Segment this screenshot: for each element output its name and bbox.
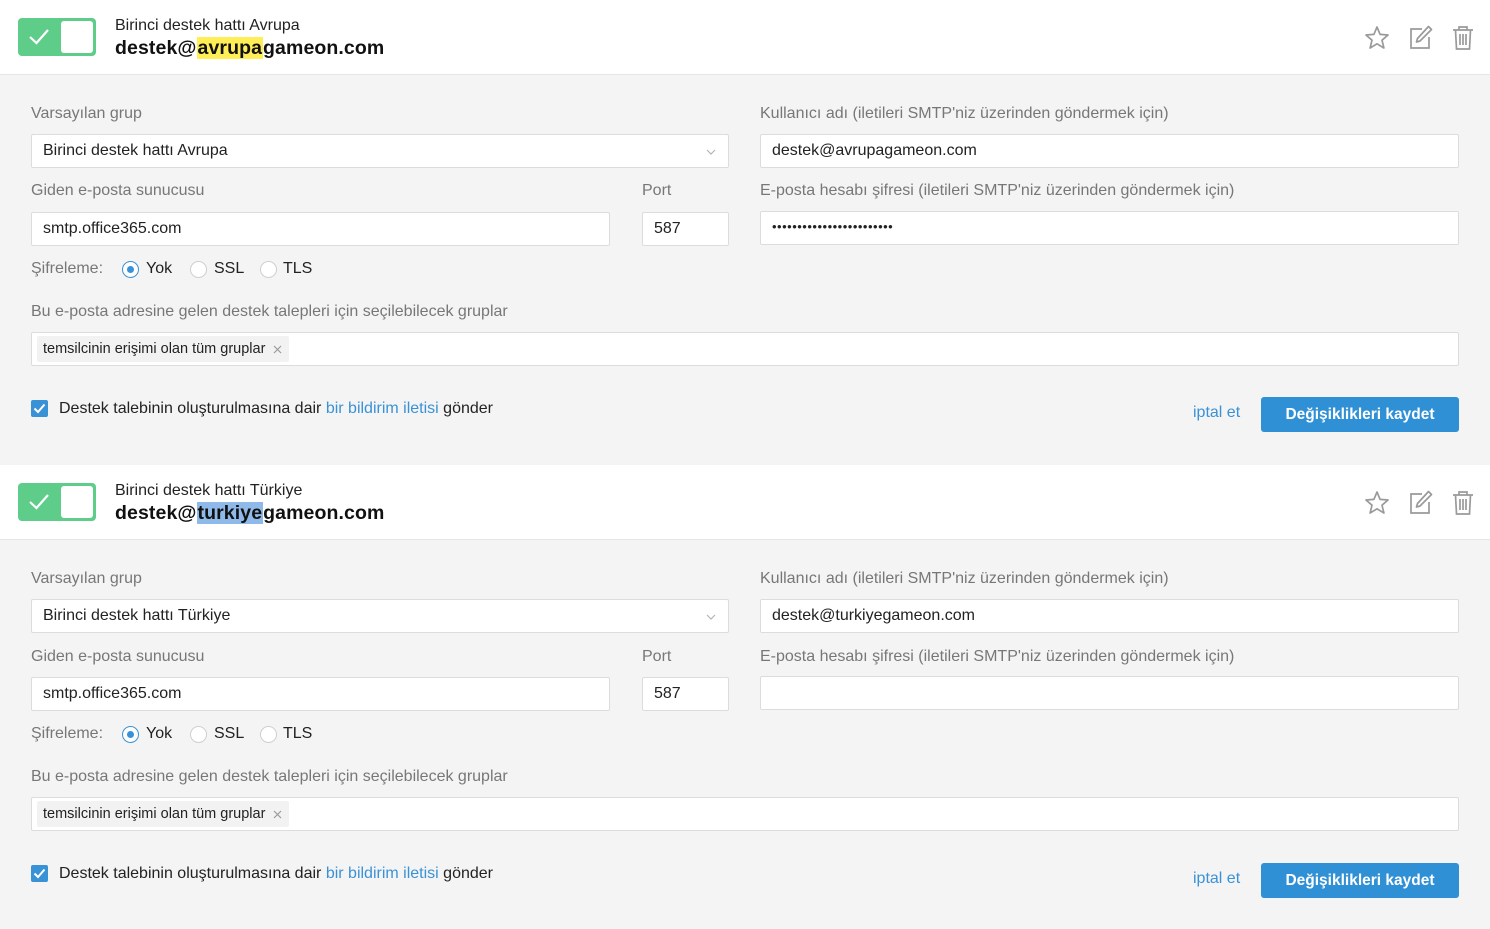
notify-message-link[interactable]: bir bildirim iletisi bbox=[326, 865, 439, 882]
trash-icon[interactable] bbox=[1449, 24, 1477, 52]
notify-suffix: gönder bbox=[438, 400, 493, 417]
mailbox-card: Birinci destek hattı Türkiye destek@turk… bbox=[0, 465, 1490, 929]
star-icon[interactable] bbox=[1363, 24, 1391, 52]
username-label: Kullanıcı adı (iletileri SMTP'niz üzerin… bbox=[760, 105, 1169, 122]
cancel-link[interactable]: iptal et bbox=[1193, 404, 1240, 422]
toggle-knob bbox=[61, 486, 93, 518]
cancel-link[interactable]: iptal et bbox=[1193, 870, 1240, 888]
mailbox-email: destek@turkiyegameon.com bbox=[115, 502, 384, 525]
groups-tag-input[interactable]: temsilcinin erişimi olan tüm gruplar bbox=[31, 332, 1459, 366]
group-tag-label: temsilcinin erişimi olan tüm gruplar bbox=[43, 341, 266, 357]
encryption-radio-tls[interactable] bbox=[260, 261, 277, 278]
email-suffix: gameon.com bbox=[263, 502, 385, 524]
notify-text: Destek talebinin oluşturulmasına dair bi… bbox=[59, 865, 493, 883]
default-group-select[interactable]: Birinci destek hattı Türkiye bbox=[31, 599, 729, 633]
groups-tag-input[interactable]: temsilcinin erişimi olan tüm gruplar bbox=[31, 797, 1459, 831]
username-input[interactable]: destek@avrupagameon.com bbox=[760, 134, 1459, 168]
password-label: E-posta hesabı şifresi (iletileri SMTP'n… bbox=[760, 182, 1235, 199]
group-tag: temsilcinin erişimi olan tüm gruplar bbox=[37, 801, 290, 827]
email-suffix: gameon.com bbox=[263, 37, 385, 59]
encryption-option-none: Yok bbox=[146, 725, 173, 742]
outgoing-server-label: Giden e-posta sunucusu bbox=[31, 182, 205, 199]
edit-icon[interactable] bbox=[1406, 24, 1434, 52]
mailbox-header: Birinci destek hattı Avrupa destek@avrup… bbox=[0, 0, 1490, 75]
check-icon bbox=[29, 494, 49, 510]
check-icon bbox=[33, 868, 46, 879]
password-input[interactable]: •••••••••••••••••••••••• bbox=[760, 211, 1459, 245]
mailbox-enabled-toggle[interactable] bbox=[18, 18, 96, 56]
username-input[interactable]: destek@turkiyegameon.com bbox=[760, 599, 1459, 633]
email-prefix: destek@ bbox=[115, 37, 197, 59]
username-label: Kullanıcı adı (iletileri SMTP'niz üzerin… bbox=[760, 570, 1169, 587]
encryption-options: Şifreleme: Yok SSL TLS bbox=[31, 724, 431, 746]
encryption-option-ssl: SSL bbox=[214, 260, 245, 277]
email-search-highlight: turkiye bbox=[196, 502, 264, 524]
port-input[interactable]: 587 bbox=[642, 677, 729, 711]
close-icon[interactable] bbox=[273, 810, 282, 819]
group-tag-label: temsilcinin erişimi olan tüm gruplar bbox=[43, 806, 266, 822]
notify-message-link[interactable]: bir bildirim iletisi bbox=[326, 400, 439, 417]
notify-checkbox[interactable] bbox=[31, 865, 48, 882]
notify-suffix: gönder bbox=[438, 865, 493, 882]
encryption-radio-none[interactable] bbox=[122, 261, 139, 278]
encryption-options: Şifreleme: Yok SSL TLS bbox=[31, 259, 431, 281]
check-icon bbox=[33, 403, 46, 414]
encryption-radio-tls[interactable] bbox=[260, 726, 277, 743]
encryption-radio-ssl[interactable] bbox=[190, 726, 207, 743]
default-group-label: Varsayılan grup bbox=[31, 105, 142, 122]
outgoing-server-input[interactable]: smtp.office365.com bbox=[31, 677, 610, 711]
encryption-option-none: Yok bbox=[146, 260, 173, 277]
default-group-value: Birinci destek hattı Türkiye bbox=[43, 607, 231, 624]
email-prefix: destek@ bbox=[115, 502, 197, 524]
port-label: Port bbox=[642, 182, 672, 199]
chevron-down-icon bbox=[706, 614, 716, 620]
trash-icon[interactable] bbox=[1449, 489, 1477, 517]
default-group-label: Varsayılan grup bbox=[31, 570, 142, 587]
encryption-option-tls: TLS bbox=[283, 725, 313, 742]
check-icon bbox=[29, 29, 49, 45]
mailbox-enabled-toggle[interactable] bbox=[18, 483, 96, 521]
password-input[interactable] bbox=[760, 676, 1459, 710]
groups-label: Bu e-posta adresine gelen destek taleple… bbox=[31, 768, 508, 785]
mailbox-title: Birinci destek hattı Türkiye bbox=[115, 482, 303, 499]
chevron-down-icon bbox=[706, 149, 716, 155]
save-changes-button[interactable]: Değişiklikleri kaydet bbox=[1261, 397, 1459, 432]
port-label: Port bbox=[642, 648, 672, 665]
password-label: E-posta hesabı şifresi (iletileri SMTP'n… bbox=[760, 648, 1235, 665]
encryption-option-tls: TLS bbox=[283, 260, 313, 277]
outgoing-server-input[interactable]: smtp.office365.com bbox=[31, 212, 610, 246]
notify-prefix: Destek talebinin oluşturulmasına dair bbox=[59, 400, 326, 417]
port-input[interactable]: 587 bbox=[642, 212, 729, 246]
edit-icon[interactable] bbox=[1406, 489, 1434, 517]
mailbox-header: Birinci destek hattı Türkiye destek@turk… bbox=[0, 465, 1490, 540]
notify-prefix: Destek talebinin oluşturulmasına dair bbox=[59, 865, 326, 882]
outgoing-server-label: Giden e-posta sunucusu bbox=[31, 648, 205, 665]
encryption-radio-ssl[interactable] bbox=[190, 261, 207, 278]
encryption-label: Şifreleme: bbox=[31, 260, 104, 277]
save-changes-button[interactable]: Değişiklikleri kaydet bbox=[1261, 863, 1459, 898]
mailbox-title: Birinci destek hattı Avrupa bbox=[115, 17, 300, 34]
encryption-radio-none[interactable] bbox=[122, 726, 139, 743]
close-icon[interactable] bbox=[273, 345, 282, 354]
default-group-select[interactable]: Birinci destek hattı Avrupa bbox=[31, 134, 729, 168]
email-search-highlight: avrupa bbox=[196, 37, 264, 59]
notify-checkbox[interactable] bbox=[31, 400, 48, 417]
mailbox-card: Birinci destek hattı Avrupa destek@avrup… bbox=[0, 0, 1490, 455]
toggle-knob bbox=[61, 21, 93, 53]
encryption-option-ssl: SSL bbox=[214, 725, 245, 742]
notify-text: Destek talebinin oluşturulmasına dair bi… bbox=[59, 400, 493, 418]
default-group-value: Birinci destek hattı Avrupa bbox=[43, 142, 228, 159]
group-tag: temsilcinin erişimi olan tüm gruplar bbox=[37, 336, 290, 362]
encryption-label: Şifreleme: bbox=[31, 725, 104, 742]
groups-label: Bu e-posta adresine gelen destek taleple… bbox=[31, 303, 508, 320]
star-icon[interactable] bbox=[1363, 489, 1391, 517]
mailbox-email: destek@avrupagameon.com bbox=[115, 37, 384, 60]
